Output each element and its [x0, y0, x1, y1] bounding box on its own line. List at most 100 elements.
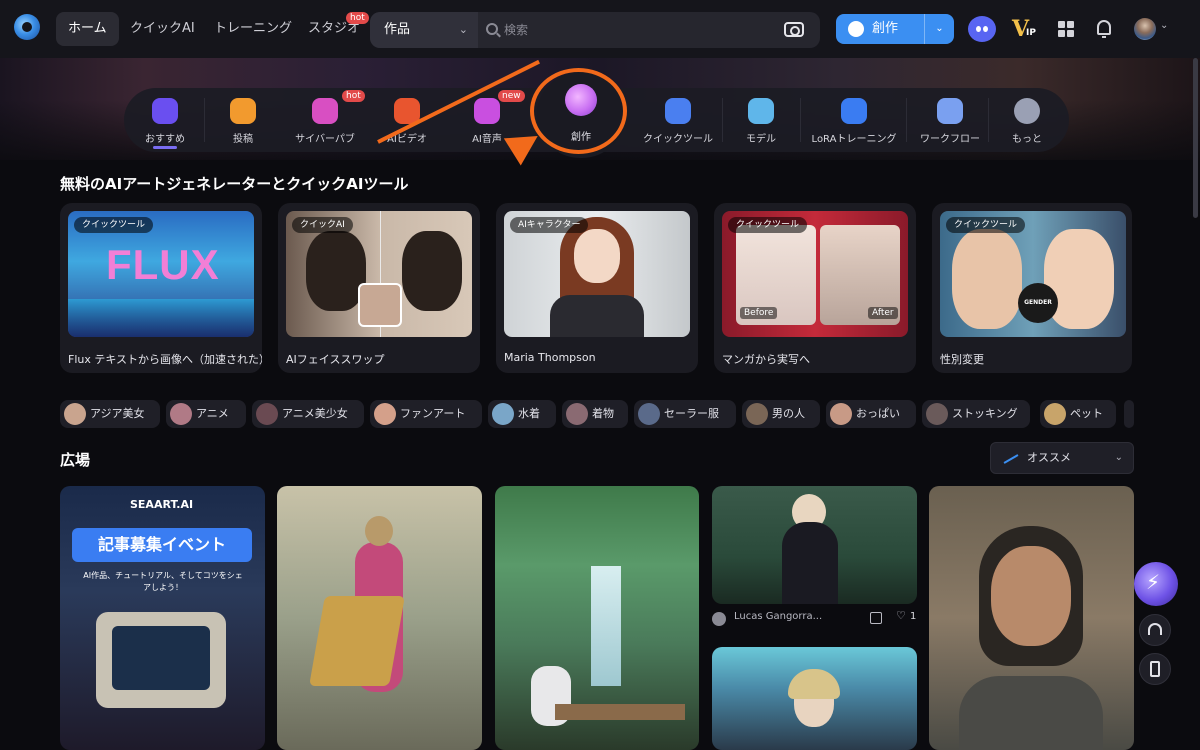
card-thumbnail: クイックAI	[286, 211, 472, 337]
chip-thumbnail	[638, 403, 660, 425]
like-count: 1	[910, 611, 917, 622]
character-face	[574, 229, 620, 283]
nav-training[interactable]: トレーニング	[202, 12, 304, 46]
top-navigation-bar: ホーム クイックAI トレーニング スタジオ hot 作品 ⌄ 創作 ⌄ V I…	[0, 0, 1200, 58]
tool-card-gender-swap[interactable]: GENDER SWAP クイックツール 性別変更	[932, 203, 1132, 373]
section-title-tools: 無料のAIアートジェネレーターとクイックAIツール	[60, 175, 409, 193]
chip-label: セーラー服	[664, 407, 719, 420]
sort-select[interactable]: オススメ ⌄	[990, 442, 1134, 474]
category-post[interactable]: 投稿	[210, 88, 276, 152]
category-quick-tools[interactable]: クイックツール	[632, 88, 724, 152]
category-ai-video[interactable]: AIビデオ	[374, 88, 440, 152]
chip-label: ストッキング	[952, 407, 1018, 420]
camera-icon[interactable]	[784, 22, 804, 37]
chip-label: ペット	[1070, 407, 1103, 420]
bell-icon[interactable]	[1097, 20, 1111, 38]
chip-thumbnail	[566, 403, 588, 425]
avatar[interactable]	[712, 612, 726, 626]
tag-chip-anime-girl[interactable]: アニメ美少女	[252, 400, 364, 428]
tool-card-flux[interactable]: FLUX クイックツール Flux テキストから画像へ（加速された）	[60, 203, 262, 373]
studio-hot-badge: hot	[346, 12, 369, 24]
tag-chip-fan-art[interactable]: ファンアート	[370, 400, 482, 428]
tag-chip-swimsuit[interactable]: 水着	[488, 400, 556, 428]
nav-quick-ai[interactable]: クイックAI	[118, 12, 207, 46]
nav-home[interactable]: ホーム	[56, 12, 119, 46]
flux-logo-text: FLUX	[106, 241, 220, 288]
divider	[906, 98, 907, 142]
chevron-down-icon: ⌄	[1114, 452, 1123, 463]
category-label: LoRAトレーニング	[811, 134, 897, 145]
active-indicator	[153, 146, 177, 149]
page-scrollbar[interactable]	[1193, 58, 1198, 218]
divider	[988, 98, 989, 142]
category-more[interactable]: もっと	[994, 88, 1060, 152]
chip-thumbnail	[830, 403, 852, 425]
vip-icon[interactable]: V IP	[1012, 16, 1040, 42]
post-username[interactable]: Lucas Gangorra...	[734, 611, 822, 622]
grid-icon[interactable]	[1058, 21, 1074, 37]
tag-chip-kimono[interactable]: 着物	[562, 400, 628, 428]
card-tag: クイックツール	[728, 217, 808, 233]
tag-chip-stockings[interactable]: ストッキング	[922, 400, 1030, 428]
post-icon	[230, 98, 256, 124]
tag-chip-asian-beauty[interactable]: アジア美女	[60, 400, 160, 428]
tool-card-manga-to-real[interactable]: Before After クイックツール マンガから実写へ	[714, 203, 916, 373]
ai-icon	[665, 98, 691, 124]
avatar[interactable]	[1134, 18, 1156, 40]
tag-chip-sailor-uniform[interactable]: セーラー服	[634, 400, 736, 428]
card-thumbnail: AIキャラクター	[504, 211, 690, 337]
category-workflow[interactable]: ワークフロー	[912, 88, 988, 152]
chip-label: 水着	[518, 407, 540, 420]
feed-card-image[interactable]	[495, 486, 699, 750]
support-button[interactable]	[1139, 614, 1171, 646]
divider	[800, 98, 801, 142]
desk	[555, 704, 685, 720]
card-tag: クイックAI	[292, 217, 353, 233]
feed-card-image[interactable]	[712, 486, 917, 604]
chip-thumbnail	[746, 403, 768, 425]
feed-card-image[interactable]	[277, 486, 482, 750]
divider	[722, 98, 723, 142]
sort-label: オススメ	[1027, 451, 1071, 464]
tool-card-face-swap[interactable]: クイックAI AIフェイススワップ	[278, 203, 480, 373]
chevron-down-icon[interactable]: ⌄	[1160, 20, 1168, 31]
feed-card-event[interactable]: SEAART.AI 記事募集イベント AI作品、チュートリアル、そしてコツをシェ…	[60, 486, 265, 750]
create-button[interactable]: 創作 ⌄	[836, 14, 954, 44]
chip-thumbnail	[926, 403, 948, 425]
more-icon	[1014, 98, 1040, 124]
tag-chip-pets[interactable]: ペット	[1040, 400, 1116, 428]
tag-chip-overflow[interactable]	[1124, 400, 1134, 428]
category-models[interactable]: モデル	[728, 88, 794, 152]
figure-head	[365, 516, 393, 546]
card-name: 性別変更	[940, 353, 984, 366]
chip-thumbnail	[256, 403, 278, 425]
male-face	[952, 229, 1022, 329]
category-recommended[interactable]: おすすめ	[134, 88, 196, 152]
heart-icon[interactable]: ♡	[896, 609, 906, 622]
event-subtitle: AI作品、チュートリアル、そしてコツをシェアしよう！	[83, 571, 243, 592]
thumbs-up-icon[interactable]	[870, 612, 882, 624]
category-label: ワークフロー	[920, 134, 980, 145]
seaart-logo-icon[interactable]	[14, 14, 40, 40]
tag-chip-men[interactable]: 男の人	[742, 400, 820, 428]
tag-chip-oppai[interactable]: おっぱい	[826, 400, 916, 428]
search-scope-select[interactable]: 作品 ⌄	[370, 12, 478, 48]
discord-icon[interactable]	[968, 16, 996, 42]
tool-card-ai-character[interactable]: AIキャラクター Maria Thompson	[496, 203, 698, 373]
tag-chip-anime[interactable]: アニメ	[166, 400, 246, 428]
feed-card-image[interactable]	[712, 647, 917, 750]
category-lora-training[interactable]: LoRAトレーニング	[806, 88, 902, 152]
search-input[interactable]	[504, 12, 764, 48]
figure-face	[991, 546, 1071, 646]
chip-label: 男の人	[772, 407, 805, 420]
computer-screen	[112, 626, 210, 690]
mobile-app-button[interactable]	[1139, 653, 1171, 685]
feed-card-image[interactable]	[929, 486, 1134, 750]
chip-thumbnail	[1044, 403, 1066, 425]
figure-cloak	[782, 522, 838, 604]
category-label: おすすめ	[145, 134, 185, 145]
chip-label: アニメ	[196, 407, 229, 420]
event-float-icon[interactable]	[1134, 562, 1178, 606]
create-dropdown-chevron-icon[interactable]: ⌄	[924, 14, 954, 44]
chip-thumbnail	[170, 403, 192, 425]
